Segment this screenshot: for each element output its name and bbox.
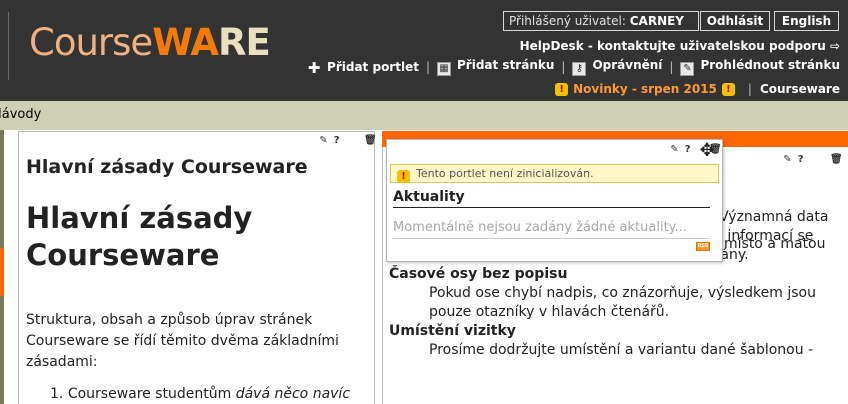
warning-icon: ! xyxy=(397,170,410,183)
content-line: Pokud ose chybí nadpis, co znázorňuje, v… xyxy=(429,285,816,301)
logged-user-label: Přihlášený uživatel: xyxy=(509,14,626,28)
side-strip-highlight xyxy=(0,248,4,296)
separator: | xyxy=(669,59,674,74)
language-button[interactable]: English xyxy=(774,11,839,31)
portlet-warning: ! Tento portlet není zinicializován. xyxy=(390,164,719,183)
content-line-fragment: místo a matou xyxy=(724,236,826,252)
separator: | xyxy=(561,59,566,74)
add-portlet-link[interactable]: ✚ Přidat portlet xyxy=(307,58,419,77)
help-icon[interactable]: ? xyxy=(796,154,806,165)
nav-item-navody[interactable]: Návody xyxy=(0,107,41,122)
portlet-toolbar: ✎ ? 🗑 xyxy=(318,135,377,146)
add-page-label: Přidat stránku xyxy=(457,58,555,72)
content-line: Prosíme dodržujte umístění a variantu da… xyxy=(429,342,814,358)
news-link[interactable]: Novinky - srpen 2015 xyxy=(573,81,717,97)
article-heading: Hlavní zásady Courseware xyxy=(26,201,253,272)
page-actions: ✚ Přidat portlet | ▦ Přidat stránku | ⚷ Opr… xyxy=(307,57,840,76)
courseware-logo[interactable]: CourseWARE xyxy=(29,18,271,68)
news-line: ! Novinky - srpen 2015 ! | Courseware xyxy=(550,81,840,97)
pencil-icon: ✎ xyxy=(680,62,695,76)
logout-button[interactable]: Odhlásit xyxy=(700,11,770,31)
portlet-toolbar: ✎ ? 🗑 xyxy=(782,154,843,165)
article-paragraph: Struktura, obsah a způsob úprav stránek … xyxy=(26,312,339,370)
side-strip xyxy=(0,130,4,404)
header-divider xyxy=(8,12,9,80)
list-item-emphasis: dává něco navíc xyxy=(235,386,351,402)
key-icon: ⚷ xyxy=(572,62,587,76)
content-heading: Časové osy bez popisu xyxy=(389,266,568,282)
edit-icon[interactable]: ✎ xyxy=(669,144,679,155)
add-page-link[interactable]: ▦ Přidat stránku xyxy=(437,57,554,76)
portlet-title: Hlavní zásady Courseware xyxy=(26,156,308,178)
portlet-aktuality[interactable]: ✎ ? 🗑 ✥ ! Tento portlet není zinicializov… xyxy=(386,139,723,262)
logged-user-box: Přihlášený uživatel: CARNEY xyxy=(503,11,699,31)
edit-icon[interactable]: ✎ xyxy=(318,135,328,146)
permissions-link[interactable]: ⚷ Oprávnění xyxy=(572,57,662,76)
plus-icon: ✚ xyxy=(307,58,321,77)
helpdesk-label: HelpDesk - kontaktujte uživatelskou podp… xyxy=(519,39,826,53)
add-portlet-label: Přidat portlet xyxy=(327,59,419,74)
helpdesk-link[interactable]: HelpDesk - kontaktujte uživatelskou podp… xyxy=(520,38,840,54)
list-item-number: 1. xyxy=(50,386,68,402)
logged-user-name: CARNEY xyxy=(629,14,684,28)
view-page-label: Prohlédnout stránku xyxy=(700,58,840,72)
divider xyxy=(393,238,710,239)
delete-icon[interactable]: 🗑 xyxy=(830,154,843,165)
permissions-label: Oprávnění xyxy=(592,58,663,72)
portlet-title: Aktuality xyxy=(393,188,710,208)
courseware-link[interactable]: Courseware xyxy=(760,81,840,97)
view-page-link[interactable]: ✎ Prohlédnout stránku xyxy=(680,57,840,76)
content-line: pouze otazníky v hlavách čtenářů. xyxy=(429,304,670,320)
separator: | xyxy=(425,59,430,74)
edit-icon[interactable]: ✎ xyxy=(782,154,792,165)
content-heading: Umístění vizitky xyxy=(389,323,516,339)
logo-text-re: RE xyxy=(217,21,271,64)
help-icon[interactable]: ? xyxy=(332,135,342,146)
navigation-bar: Návody xyxy=(0,101,848,130)
warning-text: Tento portlet není zinicializován. xyxy=(416,167,594,180)
warning-icon: ! xyxy=(555,82,569,96)
logo-text-course: Course xyxy=(29,21,153,64)
empty-news-text: Momentálně nejsou zadány žádné aktuality… xyxy=(393,220,687,235)
logo-text-wa: WA xyxy=(152,21,219,64)
page-icon: ▦ xyxy=(437,62,451,76)
article-list: 1. Courseware studentům dává něco navíc xyxy=(50,384,380,404)
list-item-text: Courseware studentům xyxy=(67,386,236,402)
separator: | xyxy=(747,82,752,96)
portlet-hlavni-zasady: ✎ ? 🗑 Hlavní zásady Courseware Hlavní zá… xyxy=(18,131,377,404)
rss-icon[interactable]: RSS xyxy=(696,242,710,251)
warning-icon: ! xyxy=(721,82,735,96)
app-header: CourseWARE Přihlášený uživatel: CARNEY O… xyxy=(0,0,848,101)
help-icon[interactable]: ? xyxy=(683,144,693,155)
delete-icon[interactable]: 🗑 xyxy=(364,135,377,146)
external-link-icon: ⇨ xyxy=(829,39,840,53)
move-cursor-icon[interactable]: ✥ xyxy=(698,140,716,162)
